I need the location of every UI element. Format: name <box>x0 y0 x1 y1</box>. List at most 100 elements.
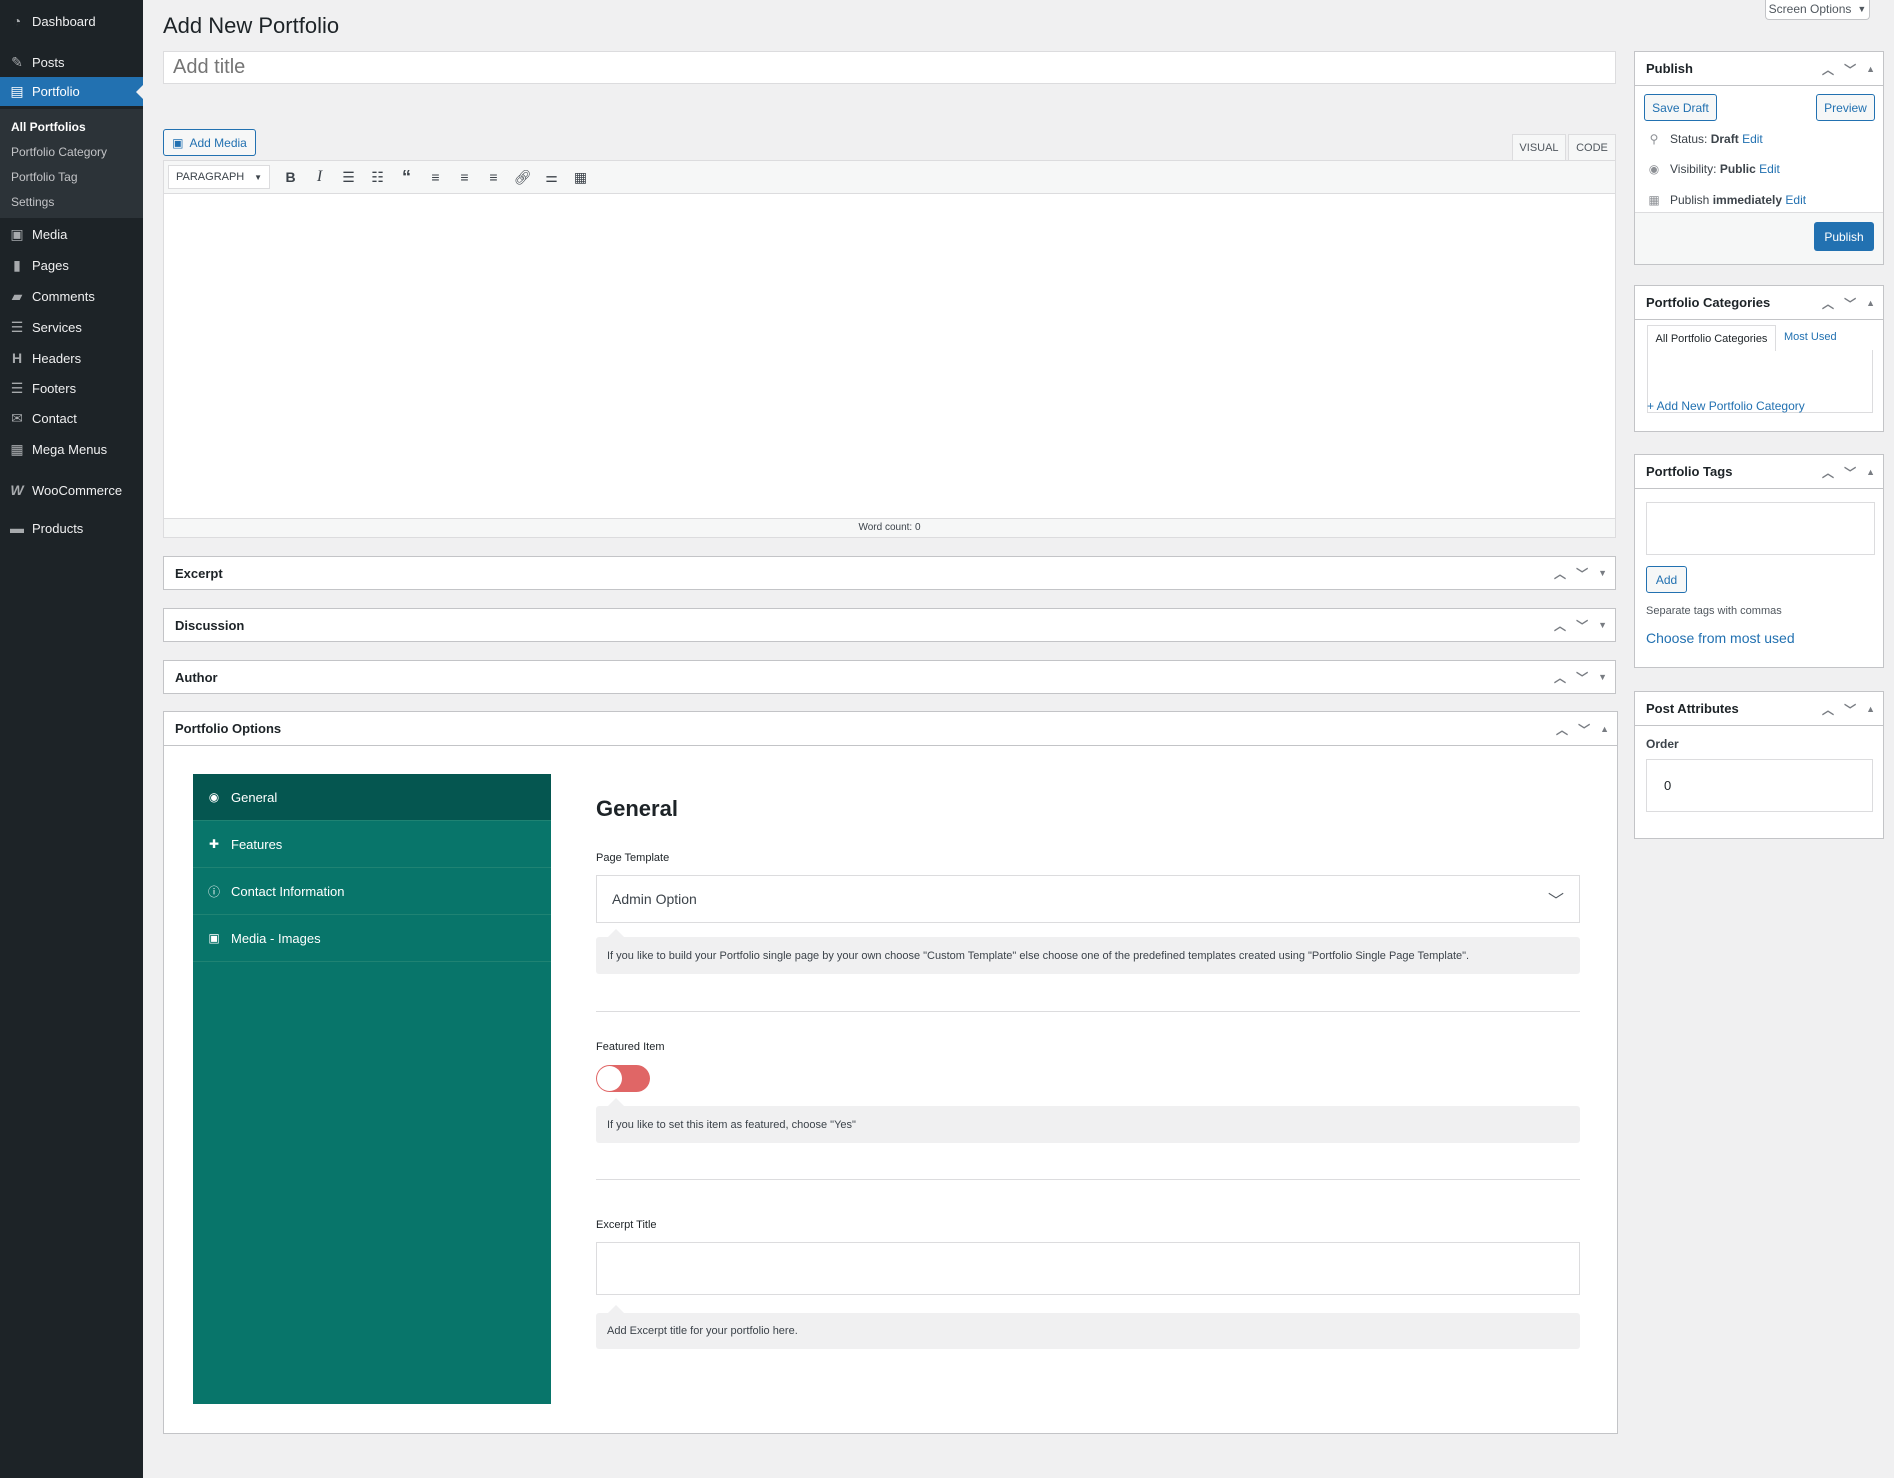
edit-schedule-link[interactable]: Edit <box>1785 193 1806 207</box>
featured-item-toggle[interactable] <box>596 1065 650 1092</box>
sidebar-item-products[interactable]: ▬ Products <box>0 513 143 543</box>
move-up-icon[interactable]: ︿ <box>1556 721 1568 738</box>
align-left-icon[interactable]: ≡ <box>421 164 450 190</box>
publish-actions: Publish <box>1635 212 1883 264</box>
move-up-icon[interactable]: ︿ <box>1822 701 1834 718</box>
toggle-panel-icon[interactable]: ▲ <box>1866 64 1875 74</box>
title-input[interactable] <box>163 51 1616 84</box>
move-up-icon[interactable]: ︿ <box>1554 565 1566 582</box>
excerpt-title-input[interactable] <box>596 1242 1580 1295</box>
tab-all-categories[interactable]: All Portfolio Categories <box>1647 325 1776 351</box>
page-title: Add New Portfolio <box>163 13 340 38</box>
add-media-button[interactable]: ▣ Add Media <box>163 129 256 156</box>
screen-options-button[interactable]: Screen Options ▼ <box>1765 0 1870 20</box>
comment-icon: ▰ <box>11 287 23 304</box>
move-down-icon[interactable]: ﹀ <box>1844 464 1856 481</box>
sidebar-item-contact[interactable]: ✉ Contact <box>0 403 143 433</box>
page-template-label: Page Template <box>596 852 670 864</box>
edit-status-link[interactable]: Edit <box>1742 132 1763 146</box>
caret-down-icon: ▼ <box>1857 4 1867 14</box>
submenu-settings[interactable]: Settings <box>11 195 54 209</box>
publish-button[interactable]: Publish <box>1814 222 1874 251</box>
move-up-icon[interactable]: ︿ <box>1822 295 1834 312</box>
sidebar-item-dashboard[interactable]: ◔ Dashboard <box>0 6 143 36</box>
move-up-icon[interactable]: ︿ <box>1554 617 1566 634</box>
image-icon: ▣ <box>208 931 220 945</box>
submenu-portfolio-category[interactable]: Portfolio Category <box>11 145 107 159</box>
move-down-icon[interactable]: ﹀ <box>1578 721 1590 738</box>
submenu-portfolio-tag[interactable]: Portfolio Tag <box>11 170 78 184</box>
move-up-icon[interactable]: ︿ <box>1554 669 1566 686</box>
page-template-select[interactable]: Admin Option ﹀ <box>596 875 1580 923</box>
move-down-icon[interactable]: ﹀ <box>1844 701 1856 718</box>
move-down-icon[interactable]: ﹀ <box>1576 617 1588 634</box>
editor: PARAGRAPH ▼ B I ☰ ☷ “ ≡ ≡ ≡ 🔗︎ ⚌ ▦ Word c… <box>163 160 1616 538</box>
toggle-panel-icon[interactable]: ▼ <box>1598 568 1607 578</box>
toggle-panel-icon[interactable]: ▲ <box>1866 298 1875 308</box>
portfolio-categories-box: Portfolio Categories ︿ ﹀ ▲ All Portfolio Ca… <box>1634 285 1884 432</box>
toolbar-toggle-icon[interactable]: ▦ <box>566 164 595 190</box>
link-icon[interactable]: 🔗︎ <box>508 164 537 190</box>
move-down-icon[interactable]: ﹀ <box>1576 669 1588 686</box>
preview-button[interactable]: Preview <box>1816 94 1875 121</box>
sidebar-item-woocommerce[interactable]: W WooCommerce <box>0 475 143 505</box>
options-nav-media-images[interactable]: ▣ Media - Images <box>193 915 551 962</box>
portfolio-icon: ▤ <box>10 83 24 99</box>
sidebar-item-portfolio[interactable]: ▤ Portfolio <box>0 77 143 106</box>
author-box[interactable]: Author ︿ ﹀ ▼ <box>163 660 1616 694</box>
editor-content[interactable] <box>164 194 1615 518</box>
choose-most-used-link[interactable]: Choose from most used <box>1646 630 1795 646</box>
media-icon: ▣ <box>172 135 184 150</box>
pages-icon: ▮ <box>13 256 21 273</box>
discussion-box[interactable]: Discussion ︿ ﹀ ▼ <box>163 608 1616 642</box>
toggle-panel-icon[interactable]: ▲ <box>1866 467 1875 477</box>
info-icon: ⓘ <box>207 884 220 899</box>
toggle-panel-icon[interactable]: ▲ <box>1866 704 1875 714</box>
numbered-list-icon[interactable]: ☷ <box>363 164 392 190</box>
footer-icon: ☰ <box>10 379 24 396</box>
tab-code[interactable]: CODE <box>1568 134 1616 160</box>
toggle-panel-icon[interactable]: ▼ <box>1598 672 1607 682</box>
format-select[interactable]: PARAGRAPH ▼ <box>168 165 270 189</box>
tags-hint: Separate tags with commas <box>1646 605 1782 617</box>
save-draft-button[interactable]: Save Draft <box>1644 94 1717 121</box>
move-up-icon[interactable]: ︿ <box>1822 61 1834 78</box>
add-new-category-link[interactable]: + Add New Portfolio Category <box>1647 399 1805 413</box>
sidebar-item-posts[interactable]: ✎ Posts <box>0 47 143 77</box>
sidebar-item-media[interactable]: ▣ Media <box>0 219 143 249</box>
options-nav-features[interactable]: ✚ Features <box>193 821 551 868</box>
tags-input[interactable] <box>1646 502 1875 555</box>
sidebar-item-services[interactable]: ☰ Services <box>0 312 143 342</box>
table-icon: ▦ <box>10 440 24 457</box>
sidebar-item-headers[interactable]: H Headers <box>0 343 143 373</box>
submenu-all-portfolios[interactable]: All Portfolios <box>11 120 86 134</box>
portfolio-submenu: All Portfolios Portfolio Category Portfo… <box>0 109 143 218</box>
sidebar-item-mega-menus[interactable]: ▦ Mega Menus <box>0 434 143 464</box>
sidebar-item-pages[interactable]: ▮ Pages <box>0 250 143 280</box>
toggle-panel-icon[interactable]: ▲ <box>1600 724 1609 734</box>
options-nav-general[interactable]: ◉ General <box>193 774 551 821</box>
align-center-icon[interactable]: ≡ <box>450 164 479 190</box>
excerpt-box[interactable]: Excerpt ︿ ﹀ ▼ <box>163 556 1616 590</box>
move-up-icon[interactable]: ︿ <box>1822 464 1834 481</box>
align-right-icon[interactable]: ≡ <box>479 164 508 190</box>
edit-visibility-link[interactable]: Edit <box>1759 162 1780 176</box>
tab-most-used[interactable]: Most Used <box>1784 331 1837 343</box>
italic-icon[interactable]: I <box>305 164 334 190</box>
sidebar-item-footers[interactable]: ☰ Footers <box>0 373 143 403</box>
add-tag-button[interactable]: Add <box>1646 566 1687 593</box>
sidebar-item-comments[interactable]: ▰ Comments <box>0 281 143 311</box>
blockquote-icon[interactable]: “ <box>392 164 421 190</box>
move-down-icon[interactable]: ﹀ <box>1844 61 1856 78</box>
move-down-icon[interactable]: ﹀ <box>1576 565 1588 582</box>
excerpt-title-label: Excerpt Title <box>596 1219 657 1231</box>
toggle-panel-icon[interactable]: ▼ <box>1598 620 1607 630</box>
bullet-list-icon[interactable]: ☰ <box>334 164 363 190</box>
tab-visual[interactable]: VISUAL <box>1512 134 1566 160</box>
order-input[interactable]: 0 <box>1646 759 1873 812</box>
post-attributes-box: Post Attributes ︿ ﹀ ▲ Order 0 <box>1634 691 1884 839</box>
bold-icon[interactable]: B <box>276 164 305 190</box>
options-nav-contact-information[interactable]: ⓘ Contact Information <box>193 868 551 915</box>
move-down-icon[interactable]: ﹀ <box>1844 295 1856 312</box>
read-more-icon[interactable]: ⚌ <box>537 164 566 190</box>
